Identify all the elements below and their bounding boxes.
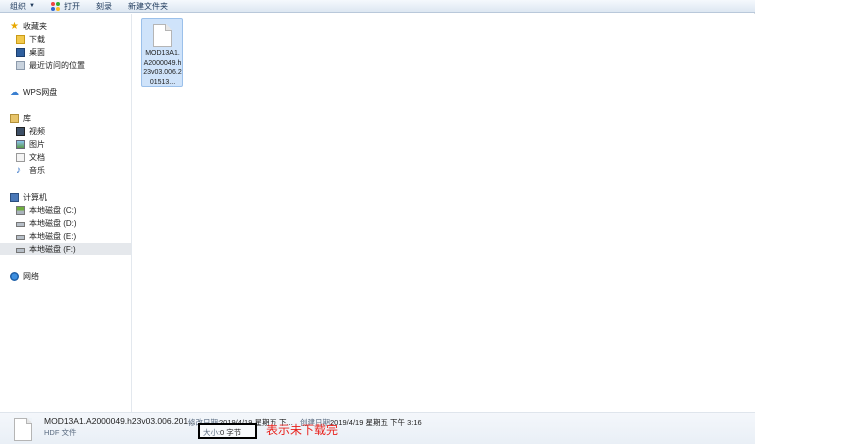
nav-drive-e-label: 本地磁盘 (E:)	[29, 231, 77, 241]
file-list-area[interactable]: MOD13A1.A2000049.h23v03.006.201513...	[133, 14, 755, 412]
nav-item-downloads[interactable]: 下载	[16, 33, 45, 45]
video-icon	[16, 126, 25, 136]
network-icon	[10, 271, 19, 281]
new-folder-label: 新建文件夹	[127, 1, 168, 11]
annotation-text: 表示未下载完	[266, 423, 339, 437]
open-label: 打开	[63, 1, 80, 11]
nav-item-drive-d[interactable]: 本地磁盘 (D:)	[16, 217, 77, 229]
nav-computer[interactable]: 计算机	[10, 191, 47, 203]
organize-button[interactable]: 组织 ▼	[10, 0, 35, 13]
nav-downloads-label: 下载	[29, 34, 45, 44]
file-icon	[14, 418, 32, 441]
file-item[interactable]: MOD13A1.A2000049.h23v03.006.201513...	[141, 18, 183, 87]
size-highlight-box: 大小: 0 字节	[198, 423, 257, 439]
nav-item-drive-f[interactable]: 本地磁盘 (F:)	[0, 243, 131, 255]
nav-desktop-label: 桌面	[29, 47, 45, 57]
downloads-icon	[16, 34, 25, 44]
nav-videos-label: 视频	[29, 126, 45, 136]
nav-recent-label: 最近访问的位置	[29, 60, 85, 70]
nav-wps-cloud[interactable]: ☁ WPS网盘	[10, 86, 57, 98]
file-icon	[153, 24, 172, 47]
nav-favorites[interactable]: ★ 收藏夹	[10, 20, 47, 32]
nav-favorites-label: 收藏夹	[23, 21, 47, 31]
desktop-icon	[16, 47, 25, 57]
nav-libraries-label: 库	[23, 113, 31, 123]
nav-network[interactable]: 网络	[10, 270, 39, 282]
music-icon: ♪	[16, 164, 21, 176]
nav-item-drive-c[interactable]: 本地磁盘 (C:)	[16, 204, 77, 216]
drive-icon	[16, 235, 25, 240]
nav-item-videos[interactable]: 视频	[16, 125, 45, 137]
details-file-type: HDF 文件	[44, 428, 77, 437]
cloud-icon: ☁	[10, 86, 19, 97]
documents-icon	[16, 152, 25, 162]
nav-music-label: 音乐	[29, 165, 45, 175]
nav-drive-f-label: 本地磁盘 (F:)	[29, 244, 76, 254]
toolbar: 组织 ▼ 打开 刻录 新建文件夹	[0, 0, 755, 13]
explorer-window: 组织 ▼ 打开 刻录 新建文件夹 ★ 收藏夹 下载 桌面 最近访问的位置 ☁ W…	[0, 0, 755, 444]
created-date-value: 2019/4/19 星期五 下午 3:16	[330, 418, 422, 427]
details-pane: MOD13A1.A2000049.h23v03.006.201... HDF 文…	[0, 412, 755, 444]
nav-documents-label: 文档	[29, 152, 45, 162]
nav-computer-label: 计算机	[23, 192, 47, 202]
organize-label: 组织	[10, 1, 26, 11]
open-app-icon	[50, 1, 60, 11]
chevron-down-icon: ▼	[29, 3, 35, 9]
size-label: 大小:	[203, 428, 221, 437]
file-name: MOD13A1.A2000049.h23v03.006.201513...	[143, 50, 182, 86]
nav-drive-c-label: 本地磁盘 (C:)	[29, 205, 77, 215]
nav-network-label: 网络	[23, 271, 39, 281]
nav-item-recent-places[interactable]: 最近访问的位置	[16, 59, 85, 71]
burn-button[interactable]: 刻录	[96, 0, 112, 13]
drive-icon	[16, 248, 25, 253]
nav-item-documents[interactable]: 文档	[16, 151, 45, 163]
nav-item-music[interactable]: ♪ 音乐	[16, 164, 45, 176]
system-drive-icon	[16, 205, 25, 215]
pictures-icon	[16, 139, 25, 149]
nav-pictures-label: 图片	[29, 139, 45, 149]
recent-places-icon	[16, 60, 25, 70]
burn-label: 刻录	[95, 1, 112, 11]
nav-drive-d-label: 本地磁盘 (D:)	[29, 218, 77, 228]
open-button[interactable]: 打开	[50, 0, 80, 13]
star-icon: ★	[10, 20, 19, 32]
library-icon	[10, 113, 19, 123]
drive-icon	[16, 222, 25, 227]
nav-item-pictures[interactable]: 图片	[16, 138, 45, 150]
nav-libraries[interactable]: 库	[10, 112, 31, 124]
new-folder-button[interactable]: 新建文件夹	[128, 0, 168, 13]
navigation-pane[interactable]: ★ 收藏夹 下载 桌面 最近访问的位置 ☁ WPS网盘 库 视频 图片 文档 ♪…	[0, 14, 132, 412]
details-file-name: MOD13A1.A2000049.h23v03.006.201...	[44, 416, 196, 426]
size-value: 0 字节	[220, 428, 242, 437]
computer-icon	[10, 192, 19, 202]
nav-item-desktop[interactable]: 桌面	[16, 46, 45, 58]
nav-wps-label: WPS网盘	[23, 87, 58, 97]
nav-item-drive-e[interactable]: 本地磁盘 (E:)	[16, 230, 76, 242]
